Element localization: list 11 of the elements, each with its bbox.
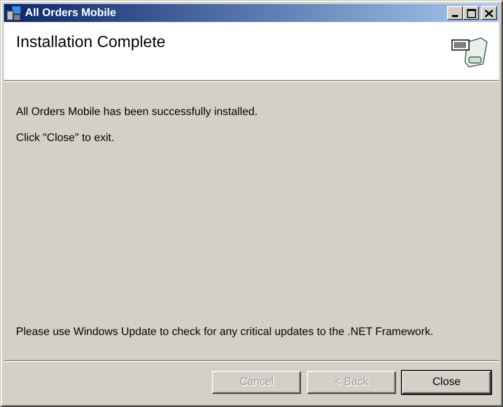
maximize-button[interactable] xyxy=(463,6,479,20)
close-button[interactable]: Close xyxy=(402,370,491,394)
minimize-button[interactable] xyxy=(447,6,463,20)
message-text: All Orders Mobile has been successfully installed. xyxy=(16,106,259,118)
close-icon xyxy=(485,10,493,16)
update-note: Please use Windows Update to check for any critical updates to the .NET Framework. xyxy=(16,326,434,338)
close-window-button[interactable] xyxy=(481,6,497,20)
message-text: Click "Close" to exit. xyxy=(16,132,116,144)
maximize-icon xyxy=(466,8,476,18)
window-title: All Orders Mobile xyxy=(25,7,118,19)
header-title: Installation Complete xyxy=(16,34,166,53)
